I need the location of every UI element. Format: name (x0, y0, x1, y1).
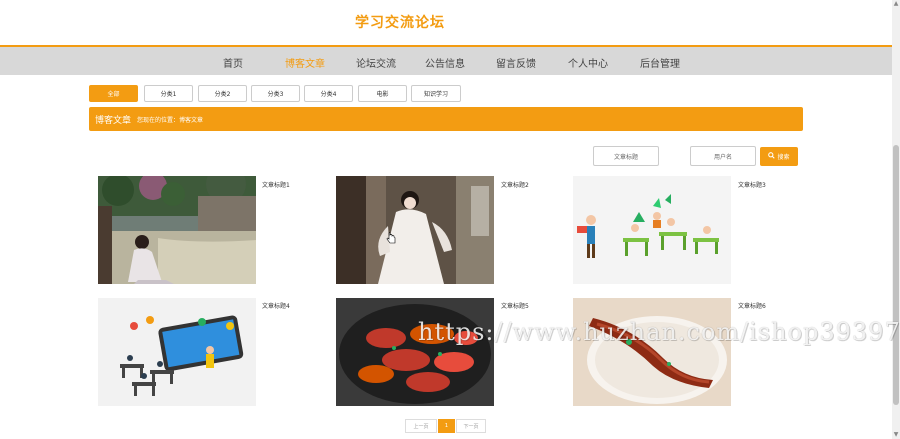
nav-item-notice[interactable]: 公告信息 (425, 55, 465, 70)
category-tab-study[interactable]: 知识学习 (411, 85, 461, 102)
title-search-input[interactable]: 文章标题 (593, 146, 659, 166)
watermark: https://www.huzhan.com/ishop39397 (418, 318, 900, 346)
site-title: 学习交流论坛 (355, 15, 445, 31)
article-image-2[interactable] (336, 176, 494, 284)
article-title-2[interactable]: 文章标题2 (501, 180, 529, 189)
nav-item-home[interactable]: 首页 (223, 55, 243, 70)
article-image-1[interactable] (98, 176, 256, 284)
article-title-1[interactable]: 文章标题1 (262, 180, 290, 189)
category-tab-2[interactable]: 分类2 (198, 85, 247, 102)
article-image-4[interactable] (98, 298, 256, 406)
pagination-next[interactable]: 下一页 (456, 419, 486, 433)
article-title-3[interactable]: 文章标题3 (738, 180, 766, 189)
pagination-prev[interactable]: 上一页 (405, 419, 437, 433)
nav-item-profile[interactable]: 个人中心 (568, 55, 608, 70)
article-image-6[interactable] (573, 298, 731, 406)
scroll-up-icon[interactable]: ▲ (893, 1, 899, 7)
nav-item-admin[interactable]: 后台管理 (640, 55, 680, 70)
user-search-input[interactable]: 用户名 (690, 146, 756, 166)
breadcrumb: 您现在的位置：博客文章 (137, 117, 204, 124)
article-title-4[interactable]: 文章标题4 (262, 301, 290, 310)
nav-item-forum[interactable]: 论坛交流 (356, 55, 396, 70)
pagination-page-current[interactable]: 1 (438, 419, 455, 433)
banner-title: 博客文章 (95, 116, 132, 126)
category-tab-3[interactable]: 分类3 (251, 85, 300, 102)
article-image-3[interactable] (573, 176, 731, 284)
category-tab-all[interactable]: 全部 (89, 85, 138, 102)
scroll-thumb[interactable] (893, 145, 899, 405)
nav-item-blog[interactable]: 博客文章 (285, 55, 325, 70)
search-button[interactable]: 搜索 (760, 147, 798, 166)
search-button-label: 搜索 (777, 154, 790, 161)
category-tab-1[interactable]: 分类1 (144, 85, 193, 102)
nav-item-feedback[interactable]: 留言反馈 (496, 55, 536, 70)
article-image-5[interactable] (336, 298, 494, 406)
vertical-scrollbar[interactable]: ▲ ▼ (892, 0, 900, 439)
main-nav: 首页 博客文章 论坛交流 公告信息 留言反馈 个人中心 后台管理 (0, 47, 893, 75)
category-tab-movie[interactable]: 电影 (358, 85, 407, 102)
mouse-cursor-icon (386, 229, 396, 248)
category-tab-4[interactable]: 分类4 (304, 85, 353, 102)
section-banner: 博客文章 您现在的位置：博客文章 (89, 107, 803, 131)
search-icon (768, 152, 776, 161)
article-title-6[interactable]: 文章标题6 (738, 301, 766, 310)
scroll-down-icon[interactable]: ▼ (893, 432, 899, 438)
article-title-5[interactable]: 文章标题5 (501, 301, 529, 310)
